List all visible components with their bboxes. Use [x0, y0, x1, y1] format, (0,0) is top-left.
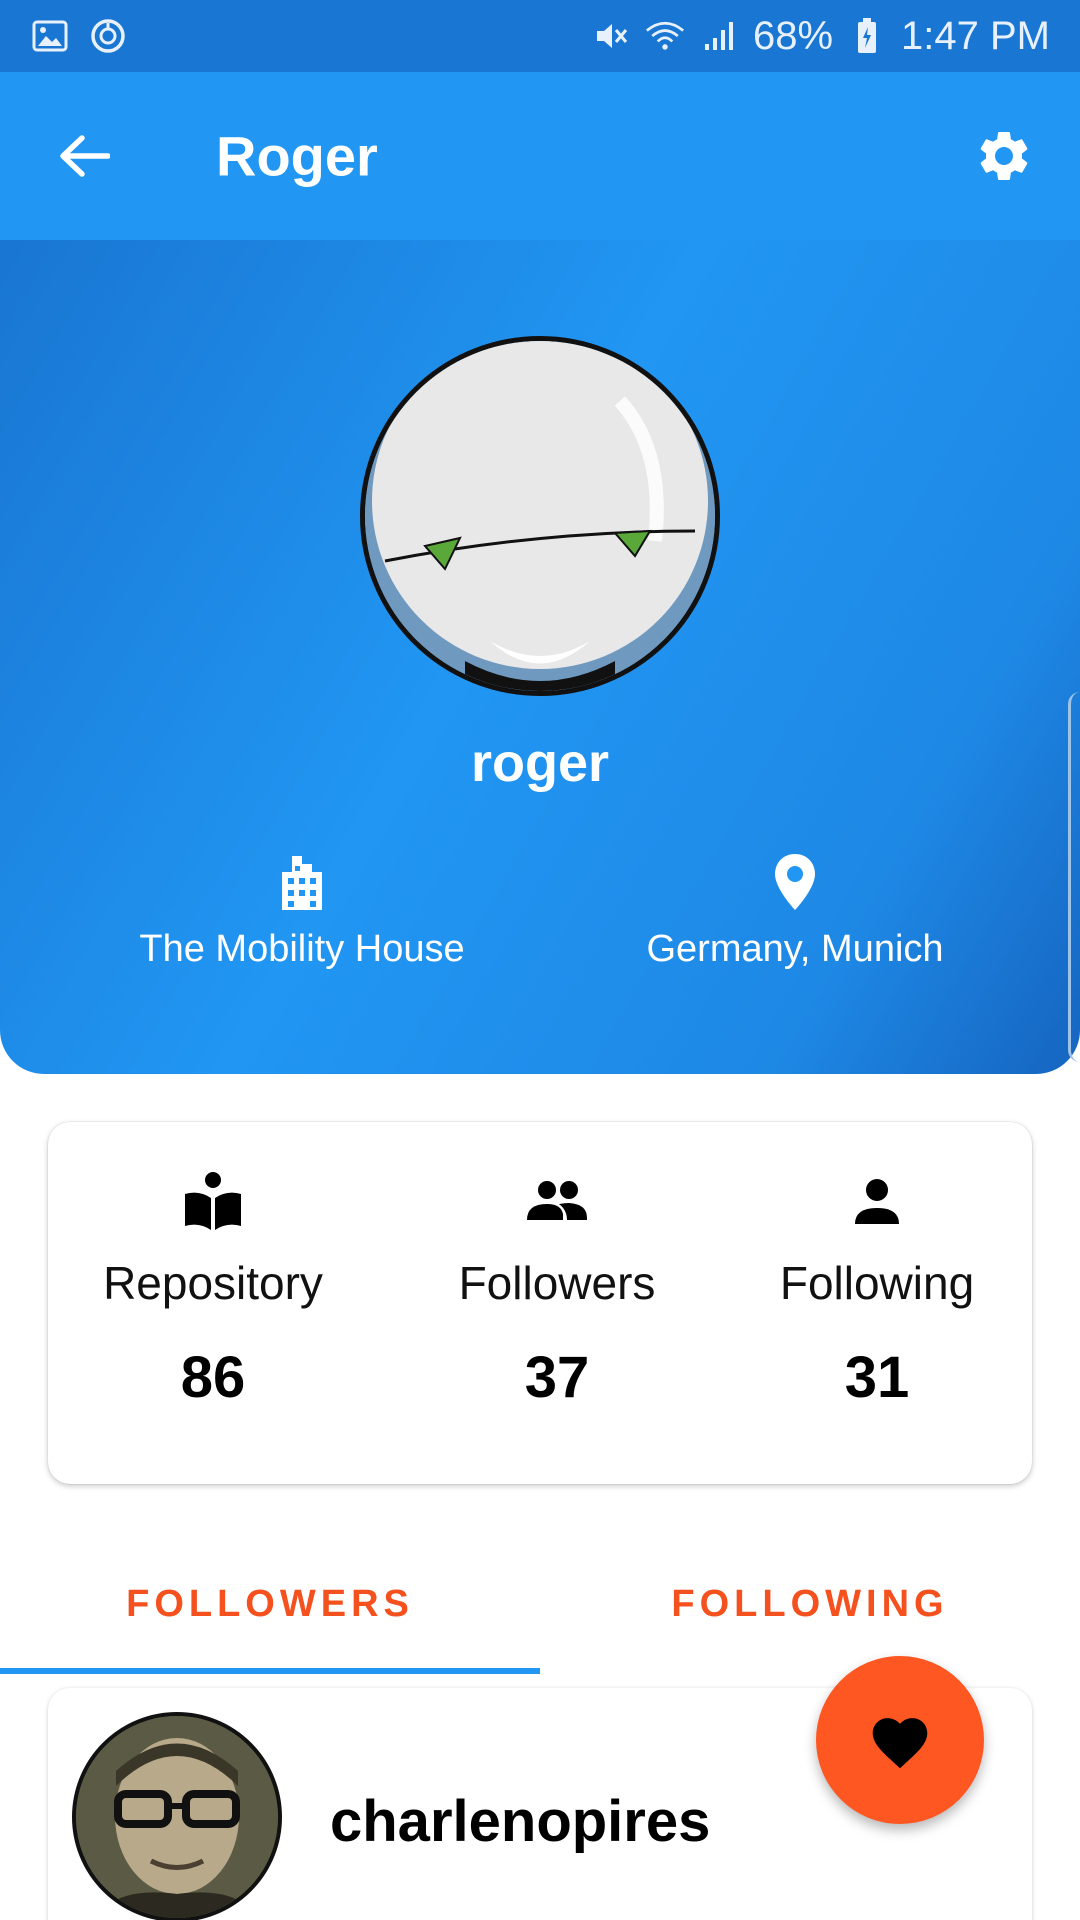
- status-bar: 68% 1:47 PM: [0, 0, 1080, 72]
- company-info: The Mobility House: [62, 850, 542, 971]
- following-count: 31: [844, 1345, 910, 1410]
- location-text: Germany, Munich: [646, 928, 944, 970]
- gear-icon: [980, 132, 1028, 180]
- user-avatar: [72, 1712, 282, 1920]
- battery-icon: [847, 16, 887, 56]
- tab-indicator: [0, 1668, 540, 1674]
- battery-percentage: 68%: [752, 13, 834, 58]
- heart-icon: [872, 1718, 928, 1769]
- following-stat[interactable]: Following 31: [712, 1122, 1042, 1484]
- image-icon: [30, 16, 70, 56]
- followers-label: Followers: [458, 1257, 656, 1309]
- building-icon: [282, 856, 322, 910]
- tab-followers[interactable]: FOLLOWERS: [0, 1560, 540, 1676]
- repository-count: 86: [180, 1345, 246, 1410]
- sync-icon: [88, 16, 128, 56]
- followers-stat[interactable]: Followers 37: [392, 1122, 722, 1484]
- followers-count: 37: [524, 1345, 590, 1410]
- mute-icon: [591, 16, 631, 56]
- avatar[interactable]: [360, 336, 720, 696]
- scroll-indicator: [1068, 692, 1080, 1062]
- repository-stat[interactable]: Repository 86: [48, 1122, 378, 1484]
- username: roger: [470, 733, 610, 793]
- tab-following[interactable]: FOLLOWING: [540, 1560, 1080, 1676]
- company-text: The Mobility House: [139, 928, 465, 970]
- settings-button[interactable]: [968, 120, 1040, 192]
- stats-card: Repository 86 Followers 37 Following 31: [48, 1122, 1032, 1484]
- favorite-button[interactable]: [816, 1656, 984, 1824]
- book-reader-icon: [185, 1172, 241, 1230]
- back-button[interactable]: [52, 124, 116, 188]
- page-title: Roger: [216, 124, 378, 188]
- location-pin-icon: [775, 854, 815, 910]
- signal-icon: [699, 16, 739, 56]
- clock: 1:47 PM: [901, 13, 1050, 58]
- profile-header: roger The Mobility House Germany, Munich: [0, 240, 1080, 1074]
- repository-label: Repository: [103, 1257, 323, 1309]
- location-info: Germany, Munich: [555, 850, 1035, 971]
- following-label: Following: [779, 1257, 975, 1309]
- wifi-icon: [645, 16, 685, 56]
- people-icon: [527, 1181, 587, 1220]
- back-arrow-icon: [60, 135, 110, 177]
- user-login: charlenopires: [330, 1789, 711, 1854]
- person-icon: [855, 1179, 899, 1224]
- app-bar: Roger: [0, 72, 1080, 240]
